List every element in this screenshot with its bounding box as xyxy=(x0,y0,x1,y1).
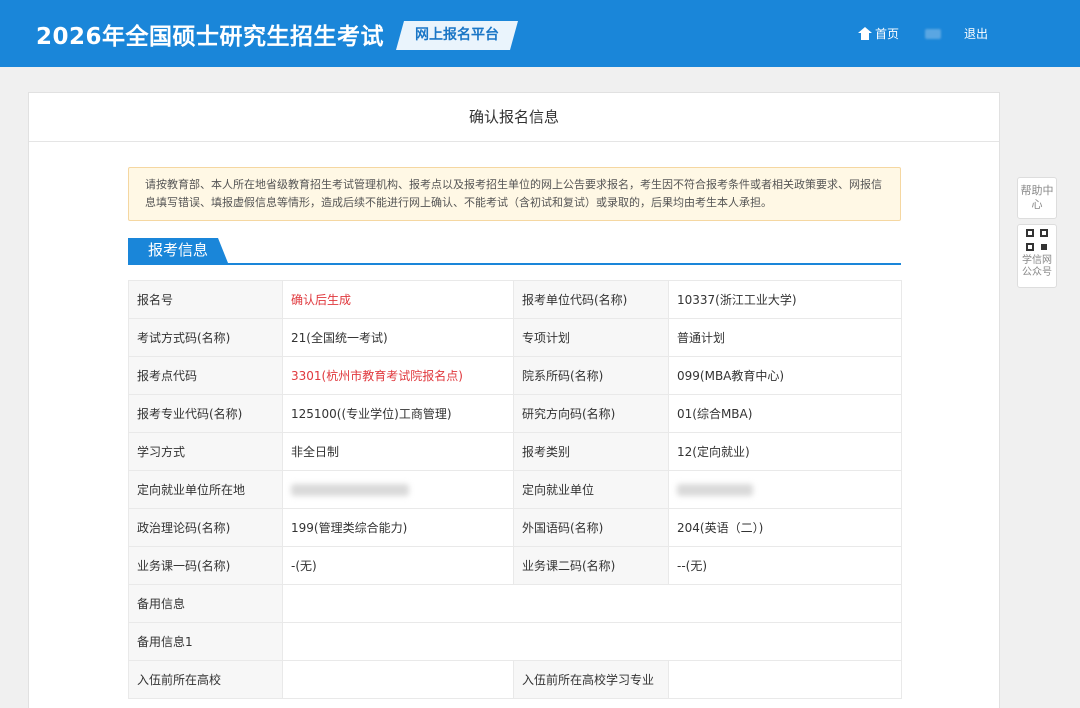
field-value: 125100((专业学位)工商管理) xyxy=(282,394,514,433)
home-icon xyxy=(858,27,872,40)
field-label: 报考单位代码(名称) xyxy=(513,280,669,319)
table-row: 入伍前所在高校 入伍前所在高校学习专业 xyxy=(128,660,902,699)
field-value: 3301(杭州市教育考试院报名点) xyxy=(282,356,514,395)
field-label: 政治理论码(名称) xyxy=(128,508,283,547)
field-label: 定向就业单位 xyxy=(513,470,669,509)
field-label: 专项计划 xyxy=(513,318,669,357)
help-center-button[interactable]: 帮助中心 xyxy=(1017,177,1057,219)
section-title: 报考信息 xyxy=(128,238,228,263)
field-value-redacted xyxy=(668,470,902,509)
field-value xyxy=(282,622,902,661)
field-value: 199(管理类综合能力) xyxy=(282,508,514,547)
confirm-panel: 确认报名信息 请按教育部、本人所在地省级教育招生考试管理机构、报考点以及报考招生… xyxy=(28,92,1000,708)
table-row: 报名号 确认后生成 报考单位代码(名称) 10337(浙江工业大学) xyxy=(128,280,902,319)
table-row: 报考专业代码(名称) 125100((专业学位)工商管理) 研究方向码(名称) … xyxy=(128,394,902,433)
field-label: 备用信息1 xyxy=(128,622,283,661)
qr-label: 学信网公众号 xyxy=(1022,255,1052,278)
panel-title: 确认报名信息 xyxy=(29,93,999,142)
field-label: 定向就业单位所在地 xyxy=(128,470,283,509)
field-label: 报考专业代码(名称) xyxy=(128,394,283,433)
top-header: 2026年全国硕士研究生招生考试 网上报名平台 首页 退出 xyxy=(0,0,1080,67)
field-label: 备用信息 xyxy=(128,584,283,623)
field-value: 21(全国统一考试) xyxy=(282,318,514,357)
field-value: 204(英语（二）) xyxy=(668,508,902,547)
field-label: 业务课二码(名称) xyxy=(513,546,669,585)
field-value xyxy=(282,584,902,623)
username-redacted xyxy=(925,29,941,39)
field-label: 研究方向码(名称) xyxy=(513,394,669,433)
field-label: 考试方式码(名称) xyxy=(128,318,283,357)
section-header: 报考信息 xyxy=(128,238,901,265)
field-value: 12(定向就业) xyxy=(668,432,902,471)
field-value: 099(MBA教育中心) xyxy=(668,356,902,395)
wechat-qr-button[interactable]: 学信网公众号 xyxy=(1017,224,1057,288)
table-row: 定向就业单位所在地 定向就业单位 xyxy=(128,470,902,509)
home-label: 首页 xyxy=(875,27,900,41)
field-label: 报名号 xyxy=(128,280,283,319)
field-label: 入伍前所在高校 xyxy=(128,660,283,699)
logout-link[interactable]: 退出 xyxy=(964,25,988,42)
field-label: 报考点代码 xyxy=(128,356,283,395)
registration-info-table: 报名号 确认后生成 报考单位代码(名称) 10337(浙江工业大学) 考试方式码… xyxy=(128,280,902,699)
table-row: 业务课一码(名称) -(无) 业务课二码(名称) --(无) xyxy=(128,546,902,585)
field-label: 学习方式 xyxy=(128,432,283,471)
field-value: 非全日制 xyxy=(282,432,514,471)
home-link[interactable]: 首页 xyxy=(858,25,899,42)
field-value: 10337(浙江工业大学) xyxy=(668,280,902,319)
table-row: 备用信息1 xyxy=(128,622,902,661)
platform-badge: 网上报名平台 xyxy=(396,21,518,50)
field-value xyxy=(282,660,514,699)
field-value xyxy=(668,660,902,699)
field-label: 院系所码(名称) xyxy=(513,356,669,395)
table-row: 学习方式 非全日制 报考类别 12(定向就业) xyxy=(128,432,902,471)
notice-box: 请按教育部、本人所在地省级教育招生考试管理机构、报考点以及报考招生单位的网上公告… xyxy=(128,167,901,221)
field-value-redacted xyxy=(282,470,514,509)
field-label: 业务课一码(名称) xyxy=(128,546,283,585)
field-value: 01(综合MBA) xyxy=(668,394,902,433)
field-value: -(无) xyxy=(282,546,514,585)
qr-code-icon xyxy=(1026,229,1048,251)
field-label: 报考类别 xyxy=(513,432,669,471)
table-row: 政治理论码(名称) 199(管理类综合能力) 外国语码(名称) 204(英语（二… xyxy=(128,508,902,547)
app-title: 2026年全国硕士研究生招生考试 xyxy=(36,24,385,50)
field-value: --(无) xyxy=(668,546,902,585)
table-row: 报考点代码 3301(杭州市教育考试院报名点) 院系所码(名称) 099(MBA… xyxy=(128,356,902,395)
field-label: 外国语码(名称) xyxy=(513,508,669,547)
table-row: 备用信息 xyxy=(128,584,902,623)
field-value: 普通计划 xyxy=(668,318,902,357)
field-value: 确认后生成 xyxy=(282,280,514,319)
platform-label: 网上报名平台 xyxy=(415,27,499,43)
table-row: 考试方式码(名称) 21(全国统一考试) 专项计划 普通计划 xyxy=(128,318,902,357)
field-label: 入伍前所在高校学习专业 xyxy=(513,660,669,699)
